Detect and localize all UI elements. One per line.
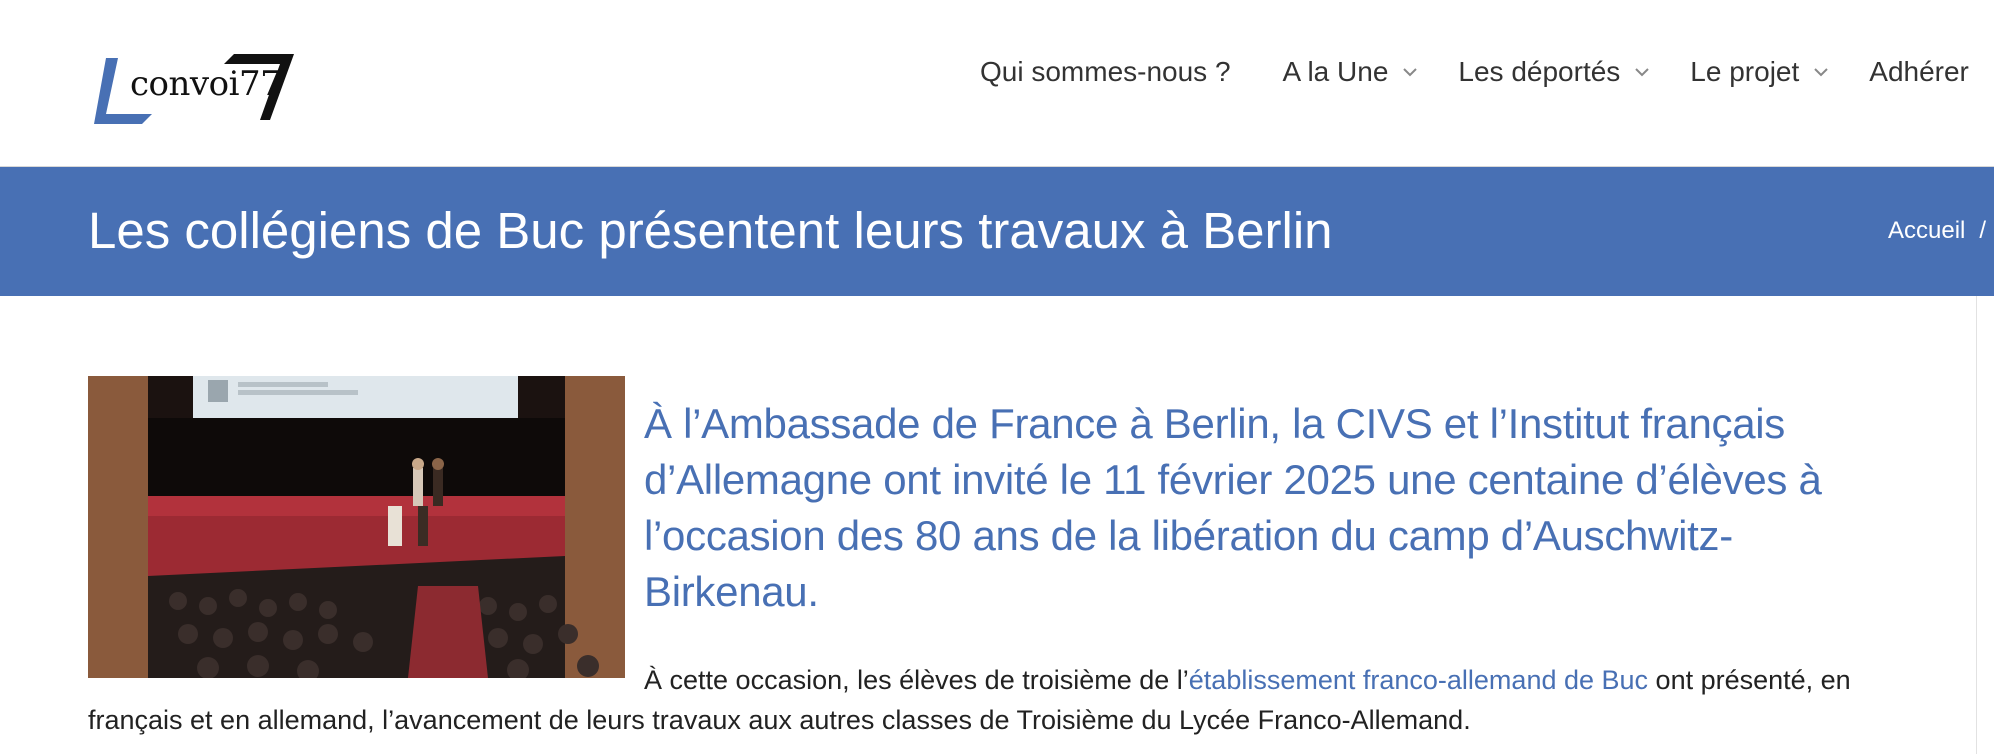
site-logo[interactable]: convoi77 <box>94 42 314 126</box>
school-link[interactable]: établissement franco-allemand de Buc <box>1189 665 1648 695</box>
nav-item-adherer[interactable]: Adhérer <box>1869 56 1969 88</box>
page-title-banner: Les collégiens de Buc présentent leurs t… <box>0 167 1994 296</box>
breadcrumb: Accueil / <box>1888 217 1986 245</box>
chevron-down-icon <box>1814 68 1828 77</box>
nav-item-label: Les déportés <box>1458 56 1621 87</box>
site-header: convoi77 Qui sommes-nous ? A la Une Les … <box>0 0 1994 167</box>
nav-item-label: Adhérer <box>1869 56 1969 87</box>
logo-wordmark: convoi77 <box>130 64 282 104</box>
main-navigation: Qui sommes-nous ? A la Une Les déportés … <box>980 50 1969 94</box>
breadcrumb-home-link[interactable]: Accueil <box>1888 217 1965 244</box>
article-photo <box>88 376 625 678</box>
nav-item-qui-sommes-nous[interactable]: Qui sommes-nous ? <box>980 56 1231 88</box>
chevron-down-icon <box>1403 68 1418 77</box>
chevron-down-icon <box>1635 68 1650 77</box>
nav-item-label: A la Une <box>1282 56 1389 87</box>
article-body: À cette occasion, les élèves de troisièm… <box>88 660 1888 740</box>
nav-item-les-deportes[interactable]: Les déportés <box>1458 56 1650 88</box>
page-title: Les collégiens de Buc présentent leurs t… <box>88 202 1333 259</box>
nav-item-a-la-une[interactable]: A la Une <box>1283 56 1419 88</box>
breadcrumb-separator: / <box>1979 217 1987 244</box>
article-body-text: À cette occasion, les élèves de troisièm… <box>644 665 1189 695</box>
nav-item-le-projet[interactable]: Le projet <box>1690 56 1829 88</box>
article-lead: À l’Ambassade de France à Berlin, la CIV… <box>644 400 1822 615</box>
sidebar-divider <box>1976 296 1977 754</box>
nav-item-label: Qui sommes-nous ? <box>980 56 1231 87</box>
conference-photo-image <box>88 376 625 678</box>
nav-item-label: Le projet <box>1690 56 1800 87</box>
